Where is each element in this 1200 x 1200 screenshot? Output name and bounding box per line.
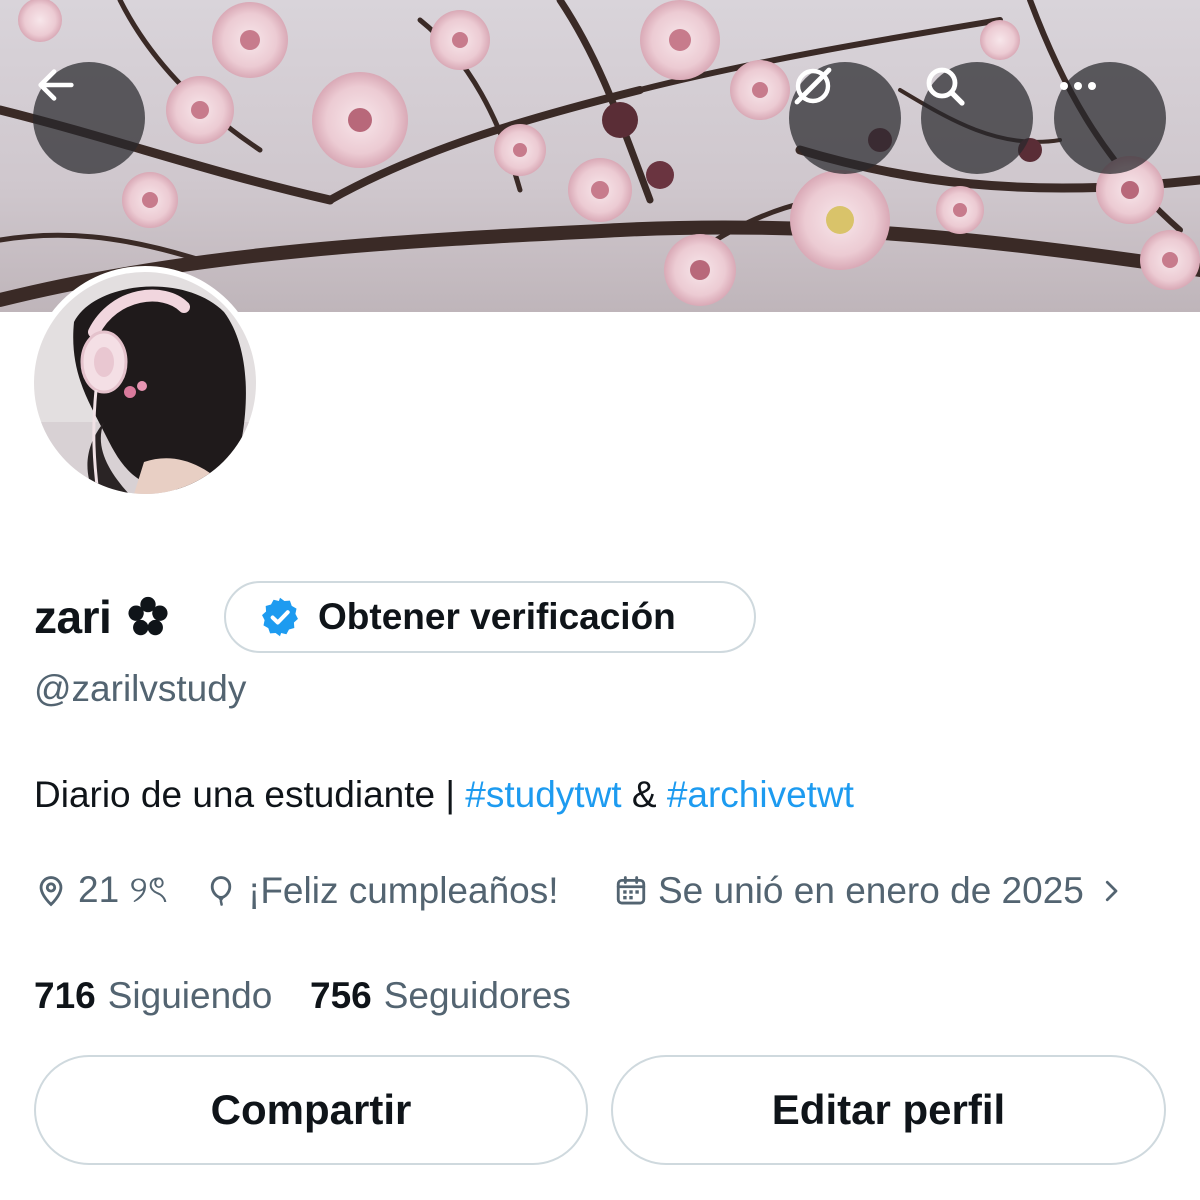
grok-button[interactable] [789, 62, 901, 174]
back-button[interactable] [33, 62, 145, 174]
grok-icon [794, 67, 832, 105]
followers-label: Seguidores [383, 975, 571, 1016]
profile-birthday: ¡Feliz cumpleaños! [204, 866, 559, 916]
more-horizontal-icon [1060, 82, 1096, 90]
search-button[interactable] [921, 62, 1033, 174]
search-icon [926, 67, 965, 106]
bio-text: Diario de una estudiante | [34, 774, 466, 815]
location-pin-icon [39, 876, 63, 907]
following-count-link[interactable]: 716 Siguiendo [34, 972, 272, 1020]
arrow-left-icon [38, 69, 74, 101]
birthday-text: ¡Feliz cumpleaños! [248, 870, 559, 911]
profile-bio: Diario de una estudiante | #studytwt & #… [34, 774, 854, 816]
balloon-icon [210, 876, 232, 906]
location-text: 21 ୨ৎ [78, 868, 168, 910]
profile-location: 21 ୨ৎ [34, 866, 168, 916]
user-handle: @zarilvstudy [34, 668, 247, 709]
display-name: zari [34, 591, 112, 643]
bio-separator: & [621, 774, 667, 815]
hashtag-link-studytwt[interactable]: #studytwt [465, 774, 621, 815]
following-label: Siguiendo [107, 975, 273, 1016]
hashtag-link-archivetwt[interactable]: #archivetwt [667, 774, 854, 815]
verified-badge-icon [262, 597, 298, 637]
followers-count-link[interactable]: 756 Seguidores [310, 972, 571, 1020]
banner-image [0, 0, 1200, 307]
edit-profile-button[interactable]: Editar perfil [611, 1055, 1166, 1165]
calendar-icon [616, 876, 646, 905]
avatar-image [34, 272, 256, 494]
avatar[interactable] [28, 266, 262, 500]
flower-icon [128, 596, 168, 636]
share-profile-button[interactable]: Compartir [34, 1055, 588, 1165]
join-date-text: Se unió en enero de 2025 [658, 870, 1084, 911]
get-verified-label: Obtener verificación [318, 596, 676, 637]
more-options-button[interactable] [1054, 62, 1166, 174]
chevron-right-icon [1105, 880, 1118, 902]
get-verified-button[interactable]: Obtener verificación [224, 581, 756, 653]
followers-count: 756 [310, 975, 372, 1016]
profile-banner[interactable] [0, 0, 1200, 312]
profile-join-date[interactable]: Se unió en enero de 2025 [614, 866, 1126, 916]
display-name-row: zari [34, 581, 171, 653]
following-count: 716 [34, 975, 96, 1016]
